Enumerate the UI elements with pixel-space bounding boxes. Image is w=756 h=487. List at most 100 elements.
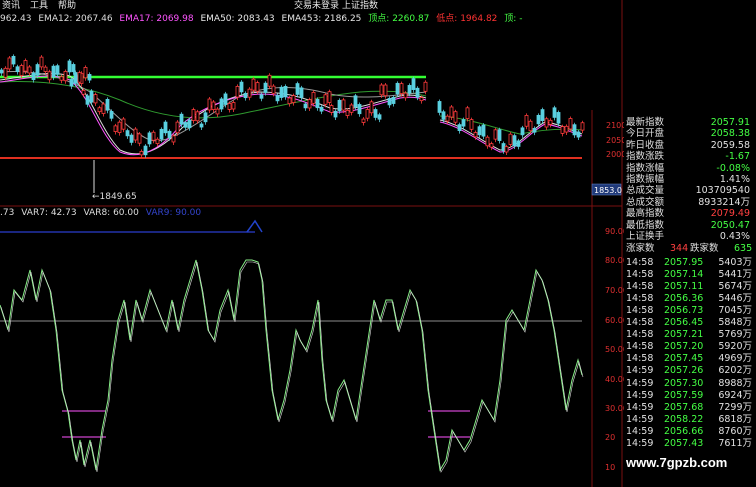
tick-time: 14:58: [626, 293, 654, 305]
axis-label-20: 20: [605, 433, 615, 442]
tick-price: 2057.43: [664, 437, 704, 449]
tick-time: 14:59: [626, 425, 654, 437]
tick-row: 14:58 2057.20 5920万: [626, 340, 756, 353]
candle-body: [267, 74, 272, 87]
candle-body: [83, 66, 88, 79]
candle-body: [369, 101, 374, 114]
tick-price: 2057.26: [664, 365, 704, 377]
candle-body: [275, 95, 280, 102]
candle-body: [497, 129, 502, 141]
candle-body: [329, 105, 334, 113]
oscillator: [0, 259, 584, 473]
candle-body: [7, 57, 12, 70]
oscillator-shadow: [0, 261, 584, 473]
candle-body: [473, 132, 478, 138]
candle-body: [151, 131, 156, 141]
candle-body: [341, 99, 346, 111]
tick-amount: 6924万: [718, 389, 752, 401]
tick-amount: 5674万: [718, 281, 752, 293]
candle-body: [493, 129, 498, 140]
candle-body: [457, 124, 462, 132]
candlesticks: [0, 54, 585, 158]
candle-body: [155, 138, 160, 145]
tick-price: 2057.20: [664, 341, 704, 353]
tick-row: 14:58 2057.14 5441万: [626, 268, 756, 281]
tick-time: 14:59: [626, 437, 654, 449]
tick-price: 2057.45: [664, 353, 704, 365]
tick-time: 14:59: [626, 365, 654, 377]
tick-row: 14:59 2057.59 6924万: [626, 389, 756, 402]
candle-body: [71, 64, 76, 73]
candle-body: [251, 78, 256, 91]
candle-body: [576, 131, 581, 138]
ma-line-magenta: [0, 75, 427, 156]
candle-body: [211, 101, 216, 110]
tick-row: 14:58 2057.21 5769万: [626, 328, 756, 341]
candle-body: [163, 121, 168, 134]
candle-body: [113, 125, 118, 132]
tick-time: 14:58: [626, 257, 654, 268]
tick-row: 14:58 2057.95 5403万: [626, 256, 756, 269]
candle-body: [303, 103, 308, 109]
tick-amount: 5848万: [718, 317, 752, 329]
candle-body: [485, 136, 490, 147]
candle-body: [19, 65, 24, 76]
candle-body: [263, 82, 268, 93]
tick-row: 14:58 2057.45 4969万: [626, 352, 756, 365]
candle-body: [15, 66, 20, 72]
tick-amount: 7045万: [718, 305, 752, 317]
candle-body: [564, 125, 569, 133]
tick-time: 14:59: [626, 413, 654, 425]
candle-body: [532, 127, 537, 133]
tick-price: 2056.45: [664, 317, 704, 329]
candle-body: [311, 91, 316, 104]
tick-time: 14:59: [626, 389, 654, 401]
candle-body: [271, 85, 276, 94]
watermark: www.7gpzb.com: [626, 455, 728, 470]
tick-time: 14:58: [626, 281, 654, 293]
candle-body: [441, 111, 446, 120]
oscillator-line: [0, 259, 583, 472]
candle-body: [247, 88, 252, 98]
candle-body: [361, 118, 366, 123]
tick-amount: 6202万: [718, 365, 752, 377]
candle-body: [55, 65, 60, 75]
candle-body: [383, 84, 388, 97]
candle-body: [143, 145, 148, 156]
candle-body: [67, 60, 72, 73]
candle-body: [235, 85, 240, 98]
candle-body: [399, 83, 404, 94]
candle-body: [465, 107, 470, 119]
candle-body: [572, 124, 577, 136]
candle-body: [171, 135, 176, 143]
ma-line-green: [0, 81, 427, 119]
candle-body: [215, 108, 220, 115]
candle-body: [259, 94, 264, 99]
candle-body: [105, 98, 110, 111]
candle-body: [191, 109, 196, 121]
tick-row: 14:58 2056.45 5848万: [626, 316, 756, 329]
tick-amount: 7611万: [718, 437, 752, 449]
tick-price: 2057.95: [664, 257, 704, 268]
candle-body: [415, 87, 420, 98]
candle-body: [125, 130, 130, 137]
candle-body: [3, 67, 8, 78]
candle-body: [31, 72, 36, 81]
tick-amount: 5446万: [718, 293, 752, 305]
tick-price: 2057.21: [664, 329, 704, 341]
candle-body: [560, 126, 565, 134]
candle-body: [73, 72, 78, 84]
breadth-row: 涨家数 344 跌家数 635: [626, 242, 756, 255]
tick-price: 2057.68: [664, 401, 704, 413]
candle-body: [544, 118, 549, 128]
down-count: 635: [734, 243, 753, 255]
candle-body: [35, 64, 40, 76]
candle-body: [337, 99, 342, 112]
quote-panel: 最新指数 2057.91 今日开盘 2058.38 昨日收盘 2059.58 指数涨跌 -1.…: [624, 110, 756, 449]
candle-body: [295, 83, 300, 95]
candle-body: [207, 98, 212, 111]
candle-body: [133, 128, 138, 141]
candle-body: [109, 111, 114, 119]
candle-body: [327, 91, 332, 103]
candle-body: [87, 74, 92, 81]
